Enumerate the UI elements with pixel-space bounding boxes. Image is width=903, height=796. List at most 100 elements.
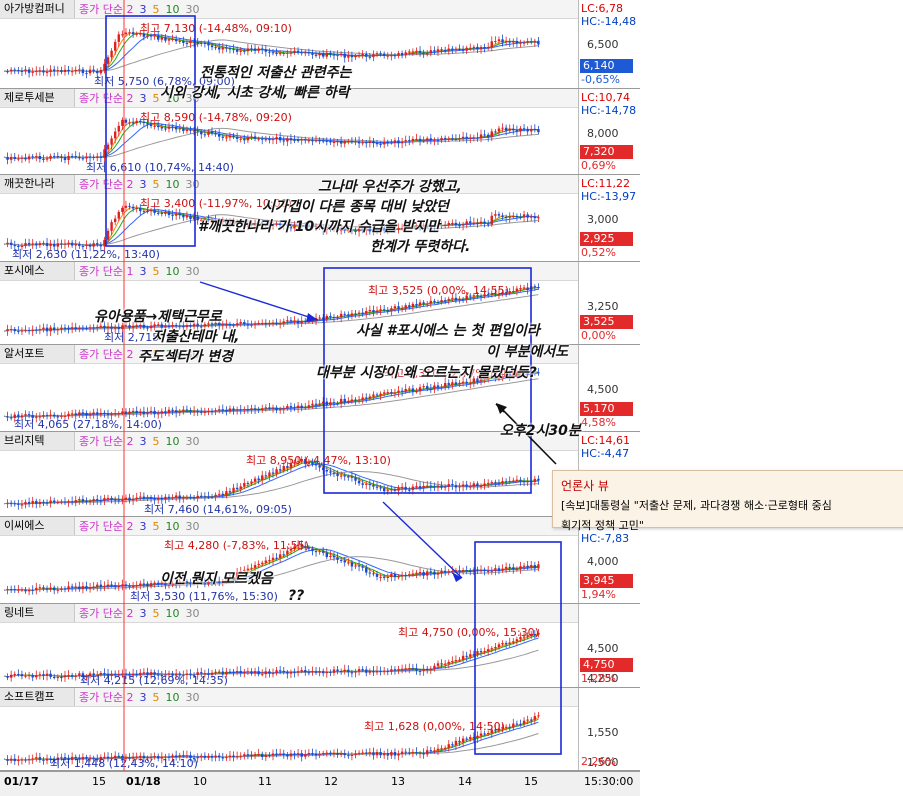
candle [415,752,418,754]
candle [451,48,454,50]
candle [522,287,526,289]
candle [228,755,232,758]
high-price-label: 최고 1,628 (0,00%, 14:50) [364,720,505,733]
candle [390,142,393,144]
candle [339,671,343,673]
candle [157,498,160,500]
high-price-label: 최고 4,280 (-7,83%, 11:55) [164,539,309,552]
candle [128,32,131,34]
stock-name[interactable]: 포시에스 [0,262,75,280]
indicator-settings[interactable]: 종가 단순 2 3 5 10 30 [75,176,205,192]
candle [361,566,364,568]
candle [454,382,458,385]
candle [271,407,275,409]
candle [411,752,415,754]
candle [336,317,339,319]
stock-panel-p4[interactable]: 포시에스 종가 단순 1 3 5 10 30 최고 3,525 (0,00%, 14:55)… [0,262,641,345]
candle [490,648,493,650]
candle [9,329,13,331]
indicator-settings[interactable]: 종가 단순 2 3 5 10 30 [75,1,205,17]
stock-panel-p9[interactable]: 소프트캠프 종가 단순 2 3 5 10 30 최고 1,628 (0,00%, 14:50… [0,688,641,771]
candle [404,140,407,142]
stock-name[interactable]: 아가방컴퍼니 [0,0,75,18]
candle [487,223,490,225]
candle [74,69,77,72]
candle [379,487,382,489]
indicator-settings[interactable]: 종가 단순 2 3 5 10 30 [75,605,205,621]
indicator-settings[interactable]: 종가 단순 2 3 5 10 30 [75,518,205,534]
stock-panel-p7[interactable]: 이씨에스 종가 단순 2 3 5 10 30 최고 4,280 (-7,83%, 11:55… [0,517,641,604]
candle [142,411,146,414]
indicator-label: 10 [165,691,180,704]
stock-panel-p6[interactable]: 브리지텍 종가 단순 2 3 5 10 30 최고 8,950 (-4,47%, 13:10… [0,432,641,517]
candle [332,54,336,56]
candle [375,394,379,396]
xaxis-label-6: 13 [391,775,405,788]
candle [426,386,429,389]
candle [31,589,34,591]
candle [329,402,332,405]
stock-name[interactable]: 이씨에스 [0,517,75,535]
candle [494,568,497,571]
candle [454,570,458,572]
candle [429,138,433,141]
candle [393,392,397,394]
candle [300,139,303,141]
candle [78,327,81,330]
candle [357,399,361,401]
candle [257,563,260,566]
indicator-label: 10 [165,3,180,16]
candle [519,723,522,725]
stock-name[interactable]: 링네트 [0,604,75,622]
candle [329,315,332,318]
candle [476,46,479,50]
candle [38,757,42,760]
candle [397,576,400,578]
candle [526,287,529,290]
stock-name[interactable]: 알서포트 [0,345,75,363]
indicator-settings[interactable]: 종가 단순 2 3 5 10 30 [75,689,205,705]
annotation-2-line3: #깨끗한나라 가 10시까지 수급을 받지만 [198,219,440,235]
stock-name[interactable]: 제로투세븐 [0,89,75,107]
candle [519,128,522,132]
candle [469,137,472,139]
candle [196,130,199,132]
candle [278,469,282,471]
xaxis-label-5: 12 [324,775,338,788]
news-popup[interactable]: 언론사 뷰 [속보]대통령실 "저출산 문제, 과다경쟁 해소·근로형태 중심 … [552,470,903,532]
candle [372,54,375,58]
candle [17,759,20,762]
candle [379,309,382,311]
candle [447,382,450,385]
candle [490,570,493,572]
candle [67,327,70,329]
candle [397,53,400,56]
stock-name[interactable]: 소프트캠프 [0,688,75,706]
indicator-settings[interactable]: 종가 단순 1 3 5 10 30 [75,263,205,279]
right-blank-area [640,0,903,795]
stock-panel-p8[interactable]: 링네트 종가 단순 2 3 5 10 30 최고 4,750 (0,00%, 15:30) 최… [0,604,641,688]
candle [336,141,339,143]
candle [261,475,264,481]
stock-name[interactable]: 깨끗한나라 [0,175,75,193]
candle [31,243,34,245]
indicator-settings[interactable]: 종가 단순 2 3 5 10 30 [75,433,205,449]
news-popup-title: 언론사 뷰 [561,479,609,493]
candle [447,484,450,487]
candle [318,53,321,56]
candle [228,135,232,138]
candle [469,736,472,739]
candle [142,583,146,585]
candle [530,719,533,721]
candle [350,754,354,756]
candle [368,56,372,58]
candle [472,137,476,139]
candle [142,210,146,212]
candle [533,286,537,288]
stock-name[interactable]: 브리지텍 [0,432,75,450]
candle [27,589,31,592]
candle [225,409,228,412]
candle [311,403,314,406]
change-percent: 1,94% [581,588,616,601]
candle [479,221,483,224]
